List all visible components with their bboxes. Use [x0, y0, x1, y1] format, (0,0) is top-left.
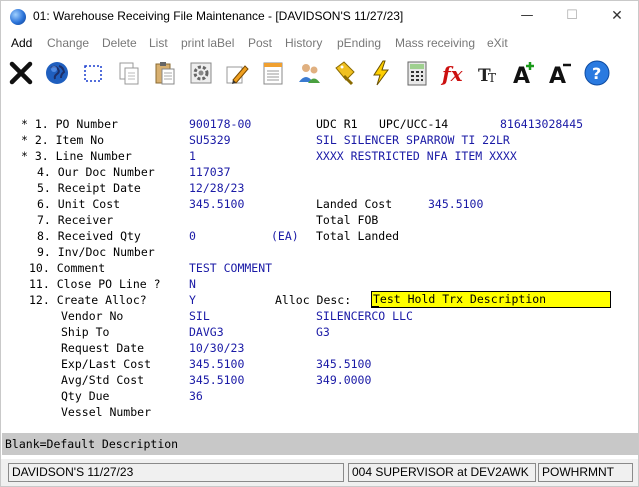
label-inv-doc-number: 9. Inv/Doc Number: [37, 245, 155, 259]
unit-of-measure: (EA): [271, 229, 299, 243]
value-create-alloc[interactable]: Y: [189, 292, 196, 308]
label-unit-cost: 6. Unit Cost: [37, 197, 121, 211]
font-decrease-icon[interactable]: A: [545, 57, 577, 89]
status-bar: DAVIDSON'S 11/27/23 004 SUPERVISOR at DE…: [1, 459, 638, 486]
label-ship-to: Ship To: [61, 325, 110, 339]
tag-chain-icon[interactable]: [329, 57, 361, 89]
label-item-no: * 2. Item No: [21, 133, 105, 147]
svg-text:T: T: [488, 71, 496, 85]
label-line-number: * 3. Line Number: [21, 149, 132, 163]
vendor-name: SILENCERCO LLC: [316, 309, 413, 323]
exit-x-icon[interactable]: [5, 57, 37, 89]
item-description: SIL SILENCER SPARROW TI 22LR: [316, 133, 510, 147]
minimize-button[interactable]: —: [505, 1, 549, 31]
label-vessel-number: Vessel Number: [61, 405, 152, 419]
value-close-po-line[interactable]: N: [189, 276, 196, 292]
label-po-number: * 1. PO Number: [21, 117, 118, 131]
label-comment: 10. Comment: [29, 261, 106, 275]
value-avg-cost: 345.5100: [189, 373, 245, 387]
menu-pending[interactable]: pEnding: [337, 36, 381, 50]
copy-icon[interactable]: [113, 57, 145, 89]
select-box-icon[interactable]: [77, 57, 109, 89]
label-receipt-date: 5. Receipt Date: [37, 181, 141, 195]
app-globe-icon[interactable]: [10, 9, 26, 25]
label-total-landed: Total Landed: [316, 229, 400, 243]
label-close-po-line: 11. Close PO Line ?: [29, 277, 161, 291]
label-vendor-no: Vendor No: [61, 309, 124, 323]
line-description: XXXX RESTRICTED NFA ITEM XXXX: [316, 149, 517, 163]
status-program: POWHRMNT: [538, 463, 633, 482]
value-exp-cost: 345.5100: [189, 357, 245, 371]
svg-text:fx: fx: [440, 62, 464, 86]
menu-mass-receiving[interactable]: Mass receiving: [395, 36, 475, 50]
value-qty-due: 36: [189, 389, 203, 403]
ship-to-desc: G3: [316, 325, 330, 339]
app-window: 01: Warehouse Receiving File Maintenance…: [0, 0, 639, 487]
label-create-alloc: 12. Create Alloc?: [29, 293, 147, 307]
label-our-doc-number: 4. Our Doc Number: [37, 165, 155, 179]
notepad-icon[interactable]: [257, 57, 289, 89]
label-receiver: 7. Receiver: [37, 213, 114, 227]
svg-text:A: A: [513, 64, 530, 88]
help-bar: Blank=Default Description: [2, 433, 638, 455]
value-request-date: 10/30/23: [189, 341, 245, 355]
menu-change[interactable]: Change: [47, 36, 89, 50]
menu-list[interactable]: List: [149, 36, 168, 50]
value-received-qty[interactable]: 0: [189, 228, 196, 244]
label-qty-due: Qty Due: [61, 389, 110, 403]
menu-bar: Add Change Delete List print laBel Post …: [1, 34, 638, 54]
maximize-button[interactable]: ☐: [550, 1, 594, 31]
toolbar: fx TT A A ?: [1, 55, 638, 92]
label-upc: UPC/UCC-14: [379, 117, 449, 131]
value-item-no[interactable]: SU5329: [189, 132, 231, 148]
value-upc: 816413028445: [500, 117, 584, 131]
alloc-desc-input[interactable]: Test Hold Trx Description: [371, 291, 611, 308]
value-landed-cost: 345.5100: [428, 197, 484, 211]
font-increase-icon[interactable]: A: [509, 57, 541, 89]
users-icon[interactable]: [293, 57, 325, 89]
status-company: DAVIDSON'S 11/27/23: [8, 463, 344, 482]
close-button[interactable]: ✕: [595, 1, 639, 31]
window-title: 01: Warehouse Receiving File Maintenance…: [33, 9, 404, 23]
svg-text:A: A: [549, 64, 566, 88]
svg-text:?: ?: [592, 64, 601, 83]
settings-gear-icon[interactable]: [185, 57, 217, 89]
menu-history[interactable]: History: [285, 36, 322, 50]
menu-add[interactable]: Add: [11, 36, 32, 50]
label-exp-last-cost: Exp/Last Cost: [61, 357, 152, 371]
value-comment[interactable]: TEST COMMENT: [189, 260, 272, 276]
lightning-icon[interactable]: [365, 57, 397, 89]
form-area: * 1. PO Number 900178-00 UDC R1 UPC/UCC-…: [1, 111, 638, 431]
title-bar: 01: Warehouse Receiving File Maintenance…: [1, 1, 638, 31]
label-received-qty: 8. Received Qty: [37, 229, 141, 243]
value-std-cost: 349.0000: [316, 373, 372, 387]
value-receipt-date[interactable]: 12/28/23: [189, 180, 244, 196]
label-request-date: Request Date: [61, 341, 145, 355]
menu-delete[interactable]: Delete: [102, 36, 137, 50]
font-tt-icon[interactable]: TT: [473, 57, 505, 89]
value-our-doc-number[interactable]: 117037: [189, 164, 231, 180]
label-alloc-desc: Alloc Desc:: [275, 293, 352, 307]
value-last-cost: 345.5100: [316, 357, 372, 371]
label-total-fob: Total FOB: [316, 213, 379, 227]
calculator-icon[interactable]: [401, 57, 433, 89]
paste-icon[interactable]: [149, 57, 181, 89]
value-ship-to: DAVG3: [189, 325, 224, 339]
edit-pencil-icon[interactable]: [221, 57, 253, 89]
help-icon[interactable]: ?: [581, 57, 613, 89]
label-udc: UDC R1: [316, 117, 358, 131]
value-line-number[interactable]: 1: [189, 148, 196, 164]
function-fx-icon[interactable]: fx: [437, 57, 469, 89]
menu-print-label[interactable]: print laBel: [181, 36, 234, 50]
globe-icon[interactable]: [41, 57, 73, 89]
label-avg-std-cost: Avg/Std Cost: [61, 373, 145, 387]
value-po-number[interactable]: 900178-00: [189, 116, 251, 132]
value-unit-cost[interactable]: 345.5100: [189, 196, 244, 212]
label-landed-cost: Landed Cost: [316, 197, 393, 211]
menu-exit[interactable]: eXit: [487, 36, 508, 50]
value-vendor-no: SIL: [189, 309, 210, 323]
status-user: 004 SUPERVISOR at DEV2AWK: [348, 463, 536, 482]
menu-post[interactable]: Post: [248, 36, 272, 50]
